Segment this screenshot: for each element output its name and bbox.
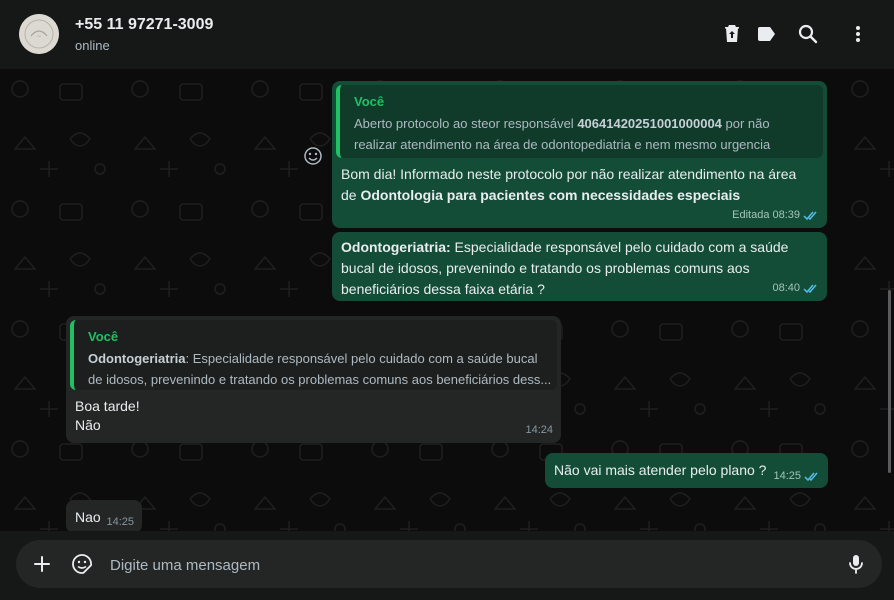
message-text: Odontogeriatria: Especialidade responsáv… (341, 239, 789, 297)
microphone-icon[interactable] (844, 552, 868, 576)
plus-icon[interactable] (30, 552, 54, 576)
quoted-message[interactable]: Você Odontogeriatria: Especialidade resp… (70, 320, 557, 390)
svg-text:~: ~ (37, 33, 41, 41)
message-list[interactable]: Você Aberto protocolo ao steor responsáv… (0, 69, 894, 531)
quote-author: Você (88, 329, 119, 344)
message-incoming[interactable]: Nao 14:25 (66, 500, 142, 531)
quote-author: Você (354, 94, 385, 109)
read-ticks-icon (804, 472, 818, 481)
message-text: Bom dia! Informado neste protocolo por n… (341, 166, 797, 203)
message-meta: 08:40 (772, 281, 819, 295)
message-text: Nao (75, 509, 101, 525)
emoji-reaction-icon[interactable] (303, 146, 323, 166)
archive-icon[interactable] (720, 22, 744, 46)
message-outgoing[interactable]: Não vai mais atender pelo plano ? 14:25 (545, 453, 828, 488)
more-menu-icon[interactable] (846, 22, 870, 46)
quoted-message[interactable]: Você Aberto protocolo ao steor responsáv… (336, 85, 823, 158)
message-time: 14:25 (106, 516, 134, 528)
quote-text: Aberto protocolo ao steor responsável 40… (354, 116, 771, 152)
message-time: 14:25 (773, 470, 801, 482)
message-time: 14:24 (525, 424, 553, 436)
message-composer (16, 540, 882, 590)
message-incoming[interactable]: Você Odontogeriatria: Especialidade resp… (66, 316, 561, 443)
message-time: 08:39 (772, 209, 800, 221)
message-text: Não vai mais atender pelo plano ? (554, 462, 767, 478)
search-icon[interactable] (796, 22, 820, 46)
message-meta: 14:24 (525, 423, 553, 437)
quote-text: Odontogeriatria: Especialidade responsáv… (88, 351, 552, 387)
message-time: 08:40 (772, 282, 800, 294)
message-text: Boa tarde! Não (75, 398, 140, 433)
sticker-icon[interactable] (70, 552, 94, 576)
message-input[interactable] (108, 540, 832, 590)
chat-header: ~ +55 11 97271-3009 online (0, 0, 894, 69)
scrollbar[interactable] (888, 290, 891, 473)
message-meta: Editada 08:39 (732, 208, 819, 222)
edited-label: Editada (732, 209, 770, 221)
label-icon[interactable] (754, 22, 778, 46)
message-outgoing[interactable]: Você Aberto protocolo ao steor responsáv… (332, 81, 827, 228)
message-meta: 14:25 (773, 469, 820, 483)
contact-name[interactable]: +55 11 97271-3009 (75, 16, 213, 34)
contact-status: online (75, 38, 110, 53)
read-ticks-icon (803, 211, 817, 220)
message-outgoing[interactable]: Odontogeriatria: Especialidade responsáv… (332, 232, 827, 301)
contact-avatar[interactable]: ~ (19, 14, 59, 54)
message-meta: 14:25 (106, 515, 134, 529)
read-ticks-icon (803, 284, 817, 293)
